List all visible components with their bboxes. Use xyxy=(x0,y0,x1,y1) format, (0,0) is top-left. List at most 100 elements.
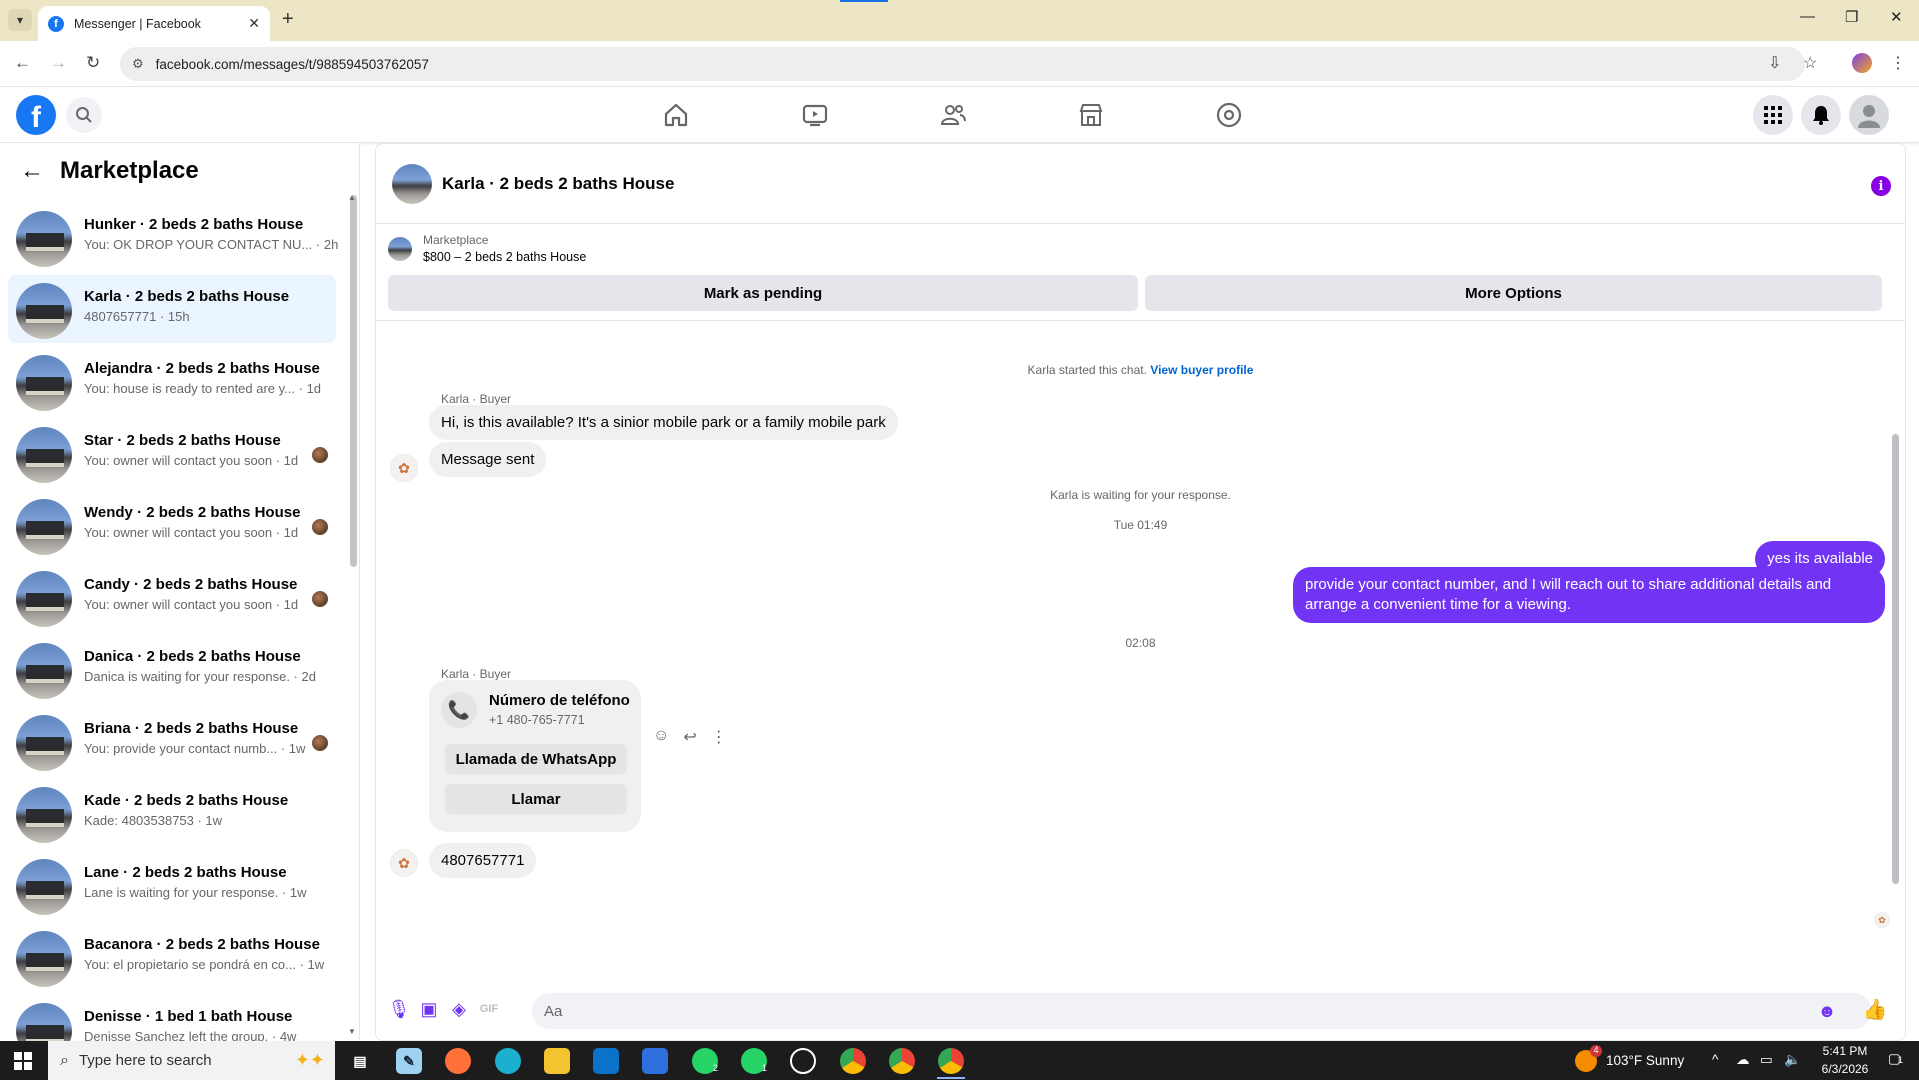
taskbar-search[interactable]: ⌕ Type here to search ✦✦ xyxy=(48,1041,335,1080)
scroll-up-icon[interactable]: ▲ xyxy=(348,193,356,202)
install-app-icon[interactable]: ⇩ xyxy=(1768,53,1781,73)
more-options-button[interactable]: More Options xyxy=(1145,275,1882,311)
gaming-icon[interactable] xyxy=(1215,101,1243,129)
close-tab-icon[interactable]: ✕ xyxy=(248,15,260,32)
browser-tab[interactable]: f Messenger | Facebook ✕ xyxy=(38,6,270,41)
conversation-item[interactable]: Danica · 2 beds 2 baths House Danica is w… xyxy=(8,635,336,703)
photo-icon[interactable]: ▣ xyxy=(418,998,440,1020)
conversation-item[interactable]: Wendy · 2 beds 2 baths House You: owner w… xyxy=(8,491,336,559)
buyer-avatar[interactable]: ✿ xyxy=(390,454,418,482)
profile-silhouette-icon xyxy=(1858,105,1880,128)
store-app-icon[interactable] xyxy=(593,1048,619,1074)
listing-thumbnail xyxy=(16,427,72,483)
video-icon[interactable] xyxy=(801,101,829,129)
conversation-item[interactable]: Lane · 2 beds 2 baths House Lane is waiti… xyxy=(8,851,336,919)
incoming-message[interactable]: 4807657771 xyxy=(429,843,537,878)
omnibox[interactable]: ⚙ facebook.com/messages/t/98859450376205… xyxy=(120,47,1805,81)
message-input[interactable]: Aa xyxy=(532,993,1872,1029)
conversation-item[interactable]: Bacanora · 2 beds 2 baths House You: el p… xyxy=(8,923,336,991)
react-icon[interactable]: ☺ xyxy=(653,727,669,747)
clock-date[interactable]: 6/3/2026 xyxy=(1813,1062,1877,1076)
seen-avatar xyxy=(312,519,328,535)
minimize-icon[interactable]: — xyxy=(1800,8,1815,25)
edge-app-icon[interactable] xyxy=(495,1048,521,1074)
call-button[interactable]: Llamar xyxy=(445,784,627,814)
clock-time[interactable]: 5:41 PM xyxy=(1813,1044,1877,1058)
chat-scrollbar[interactable] xyxy=(1892,434,1899,884)
close-window-icon[interactable]: ✕ xyxy=(1890,8,1903,26)
conversation-item[interactable]: Hunker · 2 beds 2 baths House You: OK DRO… xyxy=(8,203,338,271)
network-icon[interactable]: ▭ xyxy=(1760,1052,1773,1068)
weather-text[interactable]: 103°F Sunny xyxy=(1606,1053,1684,1068)
tray-expand-icon[interactable]: ^ xyxy=(1712,1052,1718,1067)
sticker-icon[interactable]: ◈ xyxy=(448,998,470,1020)
conversation-item[interactable]: Star · 2 beds 2 baths House You: owner wi… xyxy=(8,419,336,487)
sidebar-scrollbar[interactable] xyxy=(350,195,357,567)
incoming-message[interactable]: Hi, is this available? It's a sinior mob… xyxy=(429,405,898,440)
new-tab-button[interactable]: + xyxy=(282,8,294,31)
forward-icon[interactable]: → xyxy=(50,53,67,73)
facebook-logo-icon[interactable]: f xyxy=(16,95,56,135)
account-avatar[interactable] xyxy=(1849,95,1889,135)
message-actions: ☺ ↩ ⋮ xyxy=(653,727,727,747)
scroll-down-icon[interactable]: ▼ xyxy=(348,1027,356,1036)
conversation-item[interactable]: Candy · 2 beds 2 baths House You: owner w… xyxy=(8,563,336,631)
conversation-item[interactable]: Briana · 2 beds 2 baths House You: provid… xyxy=(8,707,336,775)
notification-count: 1 xyxy=(1898,1055,1904,1065)
bookmark-star-icon[interactable]: ☆ xyxy=(1803,53,1817,73)
volume-icon[interactable]: 🔈 xyxy=(1784,1052,1801,1068)
back-arrow-icon[interactable]: ← xyxy=(20,157,44,185)
firefox-app-icon[interactable] xyxy=(445,1048,471,1074)
buyer-avatar[interactable]: ✿ xyxy=(390,849,418,877)
whatsapp-call-button[interactable]: Llamada de WhatsApp xyxy=(445,744,627,774)
chrome-profile-app-icon[interactable] xyxy=(889,1048,915,1074)
outlook-app-icon[interactable] xyxy=(642,1048,668,1074)
restore-icon[interactable]: ❐ xyxy=(1845,8,1858,26)
more-icon[interactable]: ⋮ xyxy=(711,727,727,747)
home-icon[interactable] xyxy=(662,101,690,129)
url-text: facebook.com/messages/t/988594503762057 xyxy=(155,56,429,72)
file-explorer-icon[interactable] xyxy=(544,1048,570,1074)
chrome-active-app-icon[interactable] xyxy=(938,1048,964,1074)
browser-profile-avatar[interactable] xyxy=(1852,53,1872,73)
site-info-icon[interactable]: ⚙ xyxy=(132,56,144,72)
mark-pending-button[interactable]: Mark as pending xyxy=(388,275,1138,311)
friends-icon[interactable] xyxy=(939,101,967,129)
chrome-app-icon[interactable] xyxy=(840,1048,866,1074)
conversation-item[interactable]: Denisse · 1 bed 1 bath House Denisse Sanc… xyxy=(8,995,336,1041)
thumbs-up-icon[interactable]: 👍 xyxy=(1863,998,1888,1021)
chat-title[interactable]: Karla · 2 beds 2 baths House xyxy=(442,174,674,194)
listing-thumbnail[interactable] xyxy=(388,237,412,261)
conversation-item[interactable]: Karla · 2 beds 2 baths House 4807657771 ·… xyxy=(8,275,336,343)
listing-price[interactable]: $800 – 2 beds 2 baths House xyxy=(423,250,586,264)
notepad-app-icon[interactable]: ✎ xyxy=(396,1048,422,1074)
view-buyer-profile-link[interactable]: View buyer profile xyxy=(1150,363,1253,377)
windows-start-icon[interactable] xyxy=(14,1052,32,1070)
back-icon[interactable]: ← xyxy=(14,53,31,73)
chatgpt-app-icon[interactable] xyxy=(790,1048,816,1074)
chat-avatar[interactable] xyxy=(392,163,432,204)
outgoing-message[interactable]: provide your contact number, and I will … xyxy=(1293,567,1885,623)
conversation-item[interactable]: Kade · 2 beds 2 baths House Kade: 4803538… xyxy=(8,779,336,847)
emoji-icon[interactable]: ☻ xyxy=(1816,1000,1838,1022)
search-highlight-icon: ✦✦ xyxy=(294,1050,325,1070)
taskbar-search-icon: ⌕ xyxy=(60,1051,69,1069)
gif-icon[interactable]: GIF xyxy=(478,998,500,1020)
tab-search-button[interactable]: ▾ xyxy=(8,9,32,31)
info-icon[interactable]: i xyxy=(1871,176,1891,196)
onedrive-icon[interactable]: ☁ xyxy=(1736,1052,1750,1068)
reload-icon[interactable]: ↻ xyxy=(86,53,100,73)
menu-button[interactable] xyxy=(1753,95,1793,135)
marketplace-icon[interactable] xyxy=(1077,101,1105,129)
notifications-button[interactable] xyxy=(1801,95,1841,135)
task-view-icon[interactable]: ▤ xyxy=(347,1048,373,1074)
browser-menu-icon[interactable]: ⋮ xyxy=(1890,53,1906,73)
conversation-name: Candy · 2 beds 2 baths House xyxy=(84,576,298,593)
conversation-item[interactable]: Alejandra · 2 beds 2 baths House You: hou… xyxy=(8,347,336,415)
reply-icon[interactable]: ↩ xyxy=(683,727,696,747)
incoming-message[interactable]: Message sent xyxy=(429,442,547,477)
facebook-top-nav: f xyxy=(0,87,1919,143)
microphone-icon[interactable]: 🎙 xyxy=(388,998,411,1020)
waiting-notice: Karla is waiting for your response. xyxy=(1050,488,1231,502)
search-button[interactable] xyxy=(66,97,102,133)
